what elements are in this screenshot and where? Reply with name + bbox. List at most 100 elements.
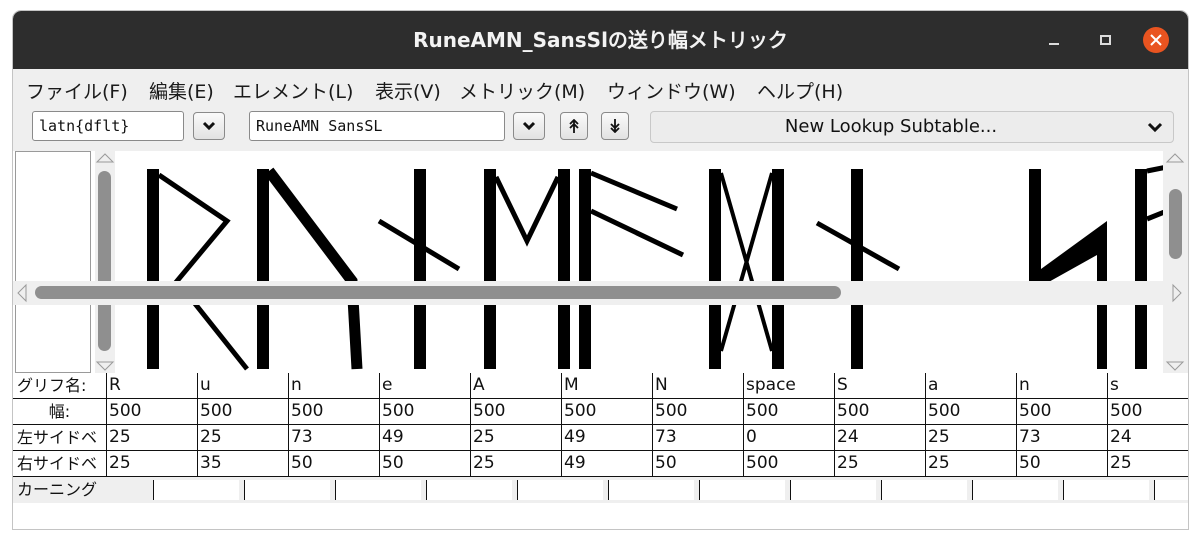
glyph-name-cell: space	[744, 373, 835, 398]
left-side-bearing-cell[interactable]: 49	[380, 425, 471, 450]
right-side-bearing-cell[interactable]: 500	[744, 451, 835, 476]
glyph-A	[579, 169, 685, 369]
width-cell[interactable]: 500	[471, 399, 562, 424]
right-side-bearing-cell[interactable]: 25	[835, 451, 926, 476]
chevron-down-icon	[1147, 122, 1163, 133]
width-cell[interactable]: 500	[1108, 399, 1188, 424]
right-scroll-thumb[interactable]	[1169, 189, 1182, 259]
menu-view[interactable]: 表示(V)	[375, 77, 441, 104]
left-vertical-scrollbar[interactable]	[95, 151, 115, 373]
kerning-cell[interactable]	[244, 480, 330, 500]
scroll-down-arrow-icon	[95, 361, 115, 371]
width-cell[interactable]: 500	[107, 399, 198, 424]
menu-file[interactable]: ファイル(F)	[26, 77, 128, 104]
right-side-bearing-cell[interactable]: 25	[471, 451, 562, 476]
text-dropdown-button[interactable]	[513, 112, 545, 140]
lookup-subtable-label: New Lookup Subtable...	[784, 116, 998, 137]
right-side-bearing-cell[interactable]: 50	[380, 451, 471, 476]
kerning-label: カーニング	[13, 477, 153, 502]
glyph-R	[147, 169, 249, 371]
left-side-bearing-cell[interactable]: 25	[198, 425, 289, 450]
menu-window[interactable]: ウィンドウ(W)	[607, 77, 736, 104]
glyph-a	[1135, 165, 1163, 369]
width-cell[interactable]: 500	[380, 399, 471, 424]
title-bar[interactable]: RuneAMN_SansSlの送り幅メトリック	[13, 11, 1188, 69]
kerning-cell[interactable]	[699, 480, 785, 500]
width-cell[interactable]: 500	[653, 399, 744, 424]
kerning-cell[interactable]	[335, 480, 421, 500]
left-side-bearing-cell[interactable]: 25	[926, 425, 1017, 450]
horizontal-scrollbar[interactable]	[13, 281, 1188, 305]
lookup-subtable-dropdown[interactable]: New Lookup Subtable...	[650, 111, 1174, 143]
glyph-name-cell: M	[562, 373, 653, 398]
left-side-bearing-cell[interactable]: 49	[562, 425, 653, 450]
kerning-cell[interactable]	[1154, 480, 1188, 500]
kerning-cell[interactable]	[881, 480, 967, 500]
width-cell[interactable]: 500	[744, 399, 835, 424]
right-side-bearing-cell[interactable]: 25	[926, 451, 1017, 476]
glyph-name-cell: s	[1108, 373, 1188, 398]
width-cell[interactable]: 500	[1017, 399, 1108, 424]
scroll-down-button[interactable]	[601, 112, 629, 140]
left-side-bearing-cell[interactable]: 24	[1108, 425, 1188, 450]
rune-glyphs	[147, 165, 1163, 371]
kerning-cell[interactable]	[608, 480, 694, 500]
right-side-bearing-row: 右サイドベ 25 35 50 50 25 49 50 500 25 25 50 25	[13, 451, 1188, 477]
scroll-up-arrow-icon	[95, 153, 115, 163]
menu-element[interactable]: エレメント(L)	[233, 77, 353, 104]
width-cell[interactable]: 500	[289, 399, 380, 424]
right-side-bearing-cell[interactable]: 25	[1108, 451, 1188, 476]
width-row: 幅: 500 500 500 500 500 500 500 500 500 500 500 500	[13, 399, 1188, 425]
close-button[interactable]	[1143, 27, 1169, 53]
right-side-bearing-cell[interactable]: 50	[289, 451, 380, 476]
text-input[interactable]: RuneAMN SansSL	[249, 111, 505, 141]
width-cell[interactable]: 500	[926, 399, 1017, 424]
width-cell[interactable]: 500	[198, 399, 289, 424]
glyph-name-cell: S	[835, 373, 926, 398]
right-side-bearing-cell[interactable]: 49	[562, 451, 653, 476]
right-side-bearing-cell[interactable]: 25	[107, 451, 198, 476]
glyph-name-cell: R	[107, 373, 198, 398]
horizontal-scroll-thumb[interactable]	[35, 286, 841, 299]
right-side-bearing-cell[interactable]: 35	[198, 451, 289, 476]
left-side-bearing-cell[interactable]: 0	[744, 425, 835, 450]
kerning-cell[interactable]	[790, 480, 876, 500]
right-vertical-scrollbar[interactable]	[1163, 151, 1188, 373]
maximize-button[interactable]	[1092, 27, 1118, 53]
kerning-cell[interactable]	[1063, 480, 1149, 500]
kerning-row: カーニング	[13, 477, 1188, 503]
menu-bar: ファイル(F) 編集(E) エレメント(L) 表示(V) メトリック(M) ウィ…	[13, 69, 1188, 107]
glyph-e	[484, 169, 570, 369]
left-side-bearing-cell[interactable]: 25	[471, 425, 562, 450]
scroll-up-button[interactable]	[560, 112, 588, 140]
kerning-cell[interactable]	[426, 480, 512, 500]
width-cell[interactable]: 500	[562, 399, 653, 424]
glyph-S	[1029, 169, 1107, 369]
left-side-bearing-cell[interactable]: 73	[653, 425, 744, 450]
glyph-strip[interactable]	[117, 151, 1163, 373]
minimize-icon	[1049, 43, 1059, 45]
glyph-name-cell: u	[198, 373, 289, 398]
menu-help[interactable]: ヘルプ(H)	[757, 77, 843, 104]
script-dropdown-button[interactable]	[193, 112, 225, 140]
up-arrows-icon	[569, 119, 579, 133]
minimize-button[interactable]	[1041, 27, 1067, 53]
kerning-cell[interactable]	[153, 480, 239, 500]
kerning-cell[interactable]	[517, 480, 603, 500]
width-cell[interactable]: 500	[835, 399, 926, 424]
width-label: 幅:	[13, 399, 107, 424]
scroll-down-arrow-icon	[1165, 361, 1185, 371]
menu-metrics[interactable]: メトリック(M)	[459, 77, 585, 104]
left-side-bearing-cell[interactable]: 73	[1017, 425, 1108, 450]
kerning-cell[interactable]	[972, 480, 1058, 500]
right-side-bearing-cell[interactable]: 50	[653, 451, 744, 476]
script-language-combo[interactable]: latn{dflt}	[32, 111, 184, 141]
left-side-bearing-cell[interactable]: 25	[107, 425, 198, 450]
left-side-bearing-cell[interactable]: 24	[835, 425, 926, 450]
left-scroll-thumb[interactable]	[98, 171, 111, 351]
left-side-bearing-cell[interactable]: 73	[289, 425, 380, 450]
glyph-name-cell: n	[289, 373, 380, 398]
right-side-bearing-cell[interactable]: 50	[1017, 451, 1108, 476]
menu-edit[interactable]: 編集(E)	[149, 77, 214, 104]
glyph-name-label: グリフ名:	[13, 373, 107, 398]
